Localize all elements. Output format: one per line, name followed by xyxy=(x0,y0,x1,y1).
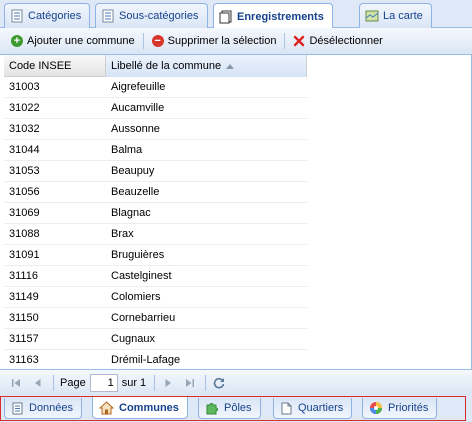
cell-code: 31157 xyxy=(9,333,39,345)
page-label: Page xyxy=(60,376,86,389)
delete-selection-button[interactable]: − Supprimer la sélection xyxy=(149,35,280,47)
cell-name: Cugnaux xyxy=(111,333,156,345)
table-row[interactable]: 31022 Aucamville xyxy=(4,98,307,119)
bottom-tab-strip: Données Communes Pôles Quartiers Priorit… xyxy=(0,395,472,422)
map-icon xyxy=(365,9,379,23)
cell-code: 31069 xyxy=(9,207,40,219)
tab-la-carte[interactable]: La carte xyxy=(359,3,432,28)
records-icon xyxy=(219,10,233,24)
cell-name: Aucamville xyxy=(111,102,165,114)
tab-label: Catégories xyxy=(28,10,82,22)
highlight-frame xyxy=(0,396,466,421)
toolbar-separator xyxy=(154,374,156,391)
previous-page-icon[interactable] xyxy=(31,376,45,390)
cell-code: 31022 xyxy=(9,102,40,114)
checklist-icon xyxy=(101,9,115,23)
toolbar-separator xyxy=(142,33,144,49)
column-title: Code INSEE xyxy=(9,60,72,72)
column-header-code-insee[interactable]: Code INSEE xyxy=(4,55,106,77)
top-tab-strip: Catégories Sous-catégories Enregistremen… xyxy=(0,0,472,29)
page-total-label: sur 1 xyxy=(121,376,147,389)
cell-code: 31053 xyxy=(9,165,40,177)
table-row[interactable]: 31056 Beauzelle xyxy=(4,182,307,203)
cell-code: 31088 xyxy=(9,228,40,240)
cell-name: Brax xyxy=(111,228,134,240)
last-page-icon[interactable] xyxy=(183,376,197,390)
sort-ascending-icon xyxy=(226,63,235,69)
toolbar-separator xyxy=(205,374,207,391)
cell-name: Aigrefeuille xyxy=(111,81,166,93)
cell-name: Beauzelle xyxy=(111,186,160,198)
cross-icon xyxy=(293,35,305,47)
cell-name: Bruguières xyxy=(111,249,165,261)
table-row[interactable]: 31157 Cugnaux xyxy=(4,329,307,350)
cell-name: Drémil-Lafage xyxy=(111,354,181,366)
table-row[interactable]: 31088 Brax xyxy=(4,224,307,245)
cell-name: Aussonne xyxy=(111,123,160,135)
cell-code: 31150 xyxy=(9,312,39,324)
cell-code: 31116 xyxy=(9,270,38,282)
add-icon: + xyxy=(11,35,23,47)
table-row[interactable]: 31150 Cornebarrieu xyxy=(4,308,307,329)
cell-code: 31163 xyxy=(9,354,39,366)
first-page-icon[interactable] xyxy=(9,376,23,390)
table-row[interactable]: 31091 Bruguières xyxy=(4,245,307,266)
tab-label: Enregistrements xyxy=(237,10,324,23)
tab-enregistrements[interactable]: Enregistrements xyxy=(213,3,333,29)
refresh-icon[interactable] xyxy=(212,376,226,390)
grid-body: 31003 Aigrefeuille 31022 Aucamville 31032 A… xyxy=(4,77,307,369)
table-row[interactable]: 31163 Drémil-Lafage xyxy=(4,350,307,369)
add-commune-button[interactable]: + Ajouter une commune xyxy=(8,35,138,47)
delete-selection-label: Supprimer la sélection xyxy=(167,35,277,47)
deselect-label: Désélectionner xyxy=(309,35,383,47)
column-header-libelle[interactable]: Libellé de la commune xyxy=(106,55,307,77)
cell-name: Balma xyxy=(111,144,143,156)
grid-toolbar: + Ajouter une commune − Supprimer la sél… xyxy=(0,28,472,55)
toolbar-separator xyxy=(284,33,286,49)
communes-grid: Code INSEE Libellé de la commune 31003 Ai… xyxy=(0,55,472,369)
paging-toolbar: Page sur 1 xyxy=(0,369,472,395)
deselect-button[interactable]: Désélectionner xyxy=(290,35,385,47)
add-commune-label: Ajouter une commune xyxy=(27,35,135,47)
table-row[interactable]: 31003 Aigrefeuille xyxy=(4,77,307,98)
grid-header: Code INSEE Libellé de la commune xyxy=(4,55,307,77)
cell-name: Cornebarrieu xyxy=(111,312,176,324)
tab-sous-categories[interactable]: Sous-catégories xyxy=(95,3,208,28)
cell-code: 31149 xyxy=(9,291,39,303)
cell-code: 31032 xyxy=(9,123,40,135)
cell-name: Colomiers xyxy=(111,291,161,303)
tab-categories[interactable]: Catégories xyxy=(4,3,91,28)
table-row[interactable]: 31116 Castelginest xyxy=(4,266,307,287)
cell-name: Castelginest xyxy=(111,270,172,282)
table-row[interactable]: 31032 Aussonne xyxy=(4,119,307,140)
tab-label: Sous-catégories xyxy=(119,10,199,22)
minus-icon: − xyxy=(151,35,164,47)
checklist-icon xyxy=(10,9,24,23)
toolbar-separator xyxy=(53,374,54,391)
table-row[interactable]: 31053 Beaupuy xyxy=(4,161,307,182)
column-title: Libellé de la commune xyxy=(111,60,222,72)
cell-code: 31056 xyxy=(9,186,40,198)
table-row[interactable]: 31149 Colomiers xyxy=(4,287,307,308)
cell-name: Beaupuy xyxy=(111,165,155,177)
table-row[interactable]: 31044 Balma xyxy=(4,140,307,161)
next-page-icon[interactable] xyxy=(161,376,175,390)
tab-label: La carte xyxy=(383,10,423,22)
cell-code: 31044 xyxy=(9,144,40,156)
cell-name: Blagnac xyxy=(111,207,151,219)
page-number-input[interactable] xyxy=(89,373,118,392)
cell-code: 31003 xyxy=(9,81,40,93)
table-row[interactable]: 31069 Blagnac xyxy=(4,203,307,224)
cell-code: 31091 xyxy=(9,249,40,261)
